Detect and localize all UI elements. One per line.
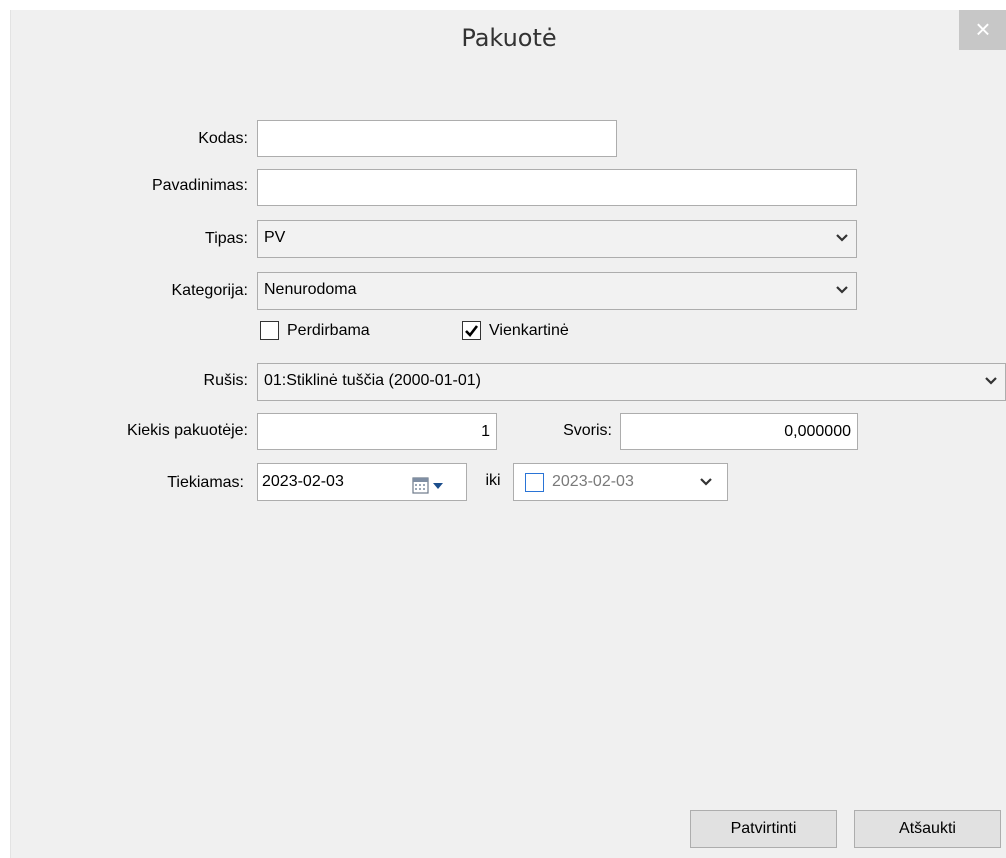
rusis-value: 01:Stiklinė tuščia (2000-01-01): [264, 372, 482, 389]
tipas-value: PV: [264, 229, 286, 246]
kodas-label: Kodas:: [198, 130, 248, 147]
kiekis-input[interactable]: 1: [257, 413, 497, 450]
kiekis-label: Kiekis pakuotėje:: [127, 422, 248, 439]
tiekiamas-to-date[interactable]: 2023-02-03: [513, 463, 728, 501]
close-button[interactable]: ×: [959, 10, 1006, 50]
iki-label: iki: [485, 472, 501, 489]
chevron-down-icon: [836, 273, 848, 295]
confirm-button[interactable]: Patvirtinti: [690, 810, 837, 848]
kategorija-label: Kategorija:: [171, 282, 249, 299]
tiekiamas-from-value: 2023-02-03: [262, 473, 344, 490]
kategorija-value: Nenurodoma: [264, 281, 357, 298]
dialog-title: Pakuotė: [461, 24, 557, 52]
chevron-down-icon: [985, 364, 997, 386]
perdirbama-checkbox[interactable]: [260, 321, 279, 340]
close-icon: ×: [975, 14, 991, 44]
rusis-label: Rušis:: [203, 372, 248, 389]
cancel-button[interactable]: Atšaukti: [854, 810, 1001, 848]
rusis-select[interactable]: 01:Stiklinė tuščia (2000-01-01): [257, 363, 1006, 401]
checkmark-icon: [465, 325, 479, 337]
pavadinimas-label: Pavadinimas:: [151, 177, 248, 194]
tiekiamas-to-enable-checkbox[interactable]: [525, 473, 544, 492]
svoris-input[interactable]: 0,000000: [620, 413, 858, 450]
kategorija-select[interactable]: Nenurodoma: [257, 272, 857, 310]
tiekiamas-from-date[interactable]: 2023-02-03: [257, 463, 467, 501]
chevron-down-icon[interactable]: [700, 464, 712, 487]
pavadinimas-input[interactable]: [257, 169, 857, 206]
chevron-down-icon: [836, 221, 848, 243]
calendar-icon[interactable]: [412, 473, 448, 494]
kodas-input[interactable]: [257, 120, 617, 157]
tipas-label: Tipas:: [205, 230, 248, 247]
tiekiamas-label: Tiekiamas:: [167, 474, 244, 491]
perdirbama-label: Perdirbama: [287, 322, 370, 339]
vienkartine-label: Vienkartinė: [489, 322, 569, 339]
title-bar: Pakuotė ×: [11, 10, 1006, 72]
svoris-label: Svoris:: [563, 422, 612, 439]
tipas-select[interactable]: PV: [257, 220, 857, 258]
vienkartine-checkbox[interactable]: [462, 321, 481, 340]
tiekiamas-to-value: 2023-02-03: [552, 473, 634, 490]
